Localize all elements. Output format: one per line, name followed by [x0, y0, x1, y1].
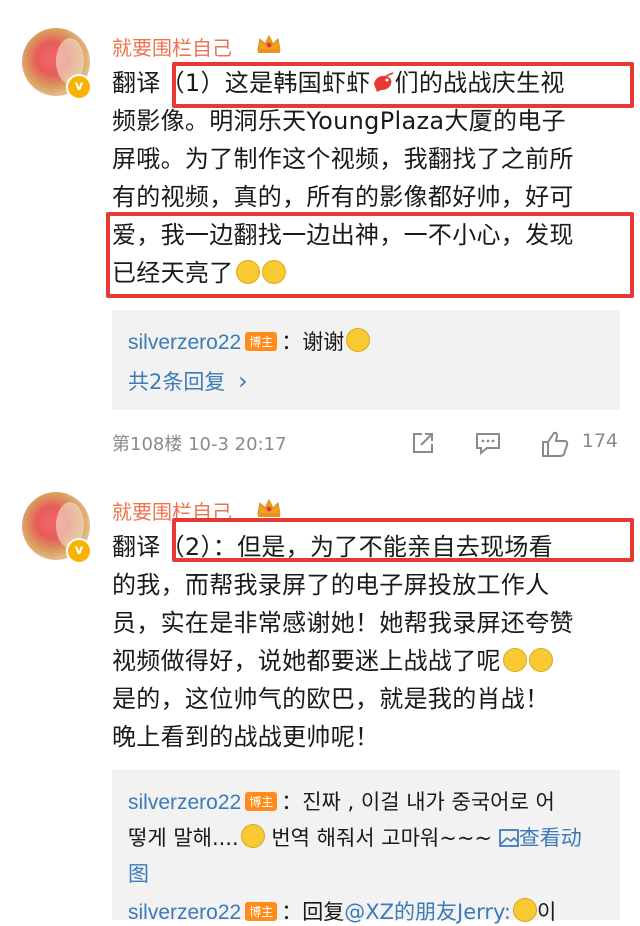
username[interactable]: 就要围栏自己	[112, 32, 232, 61]
reply-item[interactable]: silverzero22 博主 ：진짜 , 이걸 내가 중국어로 어	[128, 786, 555, 816]
crown-badge-icon	[257, 498, 281, 517]
reply-item-continued: 图	[128, 858, 149, 888]
image-icon	[498, 829, 519, 847]
host-tag: 博主	[245, 902, 278, 921]
view-image-link-cont[interactable]: 图	[128, 862, 149, 886]
highlight-box	[172, 62, 634, 108]
verified-badge-icon: v	[66, 74, 92, 100]
reply-item[interactable]: silverzero22 博主 ：回复@XZ的朋友Jerry: 이	[128, 896, 556, 926]
comment-footer: 第108楼 10-3 20:17 174	[112, 430, 622, 460]
reply-text: ：回复	[281, 900, 345, 924]
text-line: 视频做得好，说她都要迷上战战了呢	[112, 642, 622, 680]
smile-emoji-icon	[528, 648, 553, 672]
highlight-box	[172, 518, 634, 562]
reply-text: ：진짜 , 이걸 내가 중국어로 어	[281, 790, 555, 814]
smile-emoji-icon	[502, 648, 527, 672]
comment-post-1: v 就要围栏自己 翻译（1）这是韩国虾虾 们的战战庆生视 频影像。明洞乐天Youn…	[0, 0, 640, 470]
crying-emoji-icon	[240, 824, 265, 848]
reply-username[interactable]: silverzero22	[128, 901, 241, 924]
kiss-emoji-icon	[346, 328, 371, 352]
reply-item-continued: 떻게 말해.... 번역 해줘서 고마워~~~ 查看动	[128, 824, 582, 850]
reply-box: silverzero22 博主 ：谢谢 共2条回复 ›	[112, 310, 620, 410]
text-line: 的我，而帮我录屏了的电子屏投放工作人	[112, 571, 550, 599]
text-line: 晚上看到的战战更帅呢！	[112, 723, 380, 751]
view-image-link[interactable]: 查看动	[498, 826, 582, 850]
verified-badge-icon: v	[66, 538, 92, 564]
reply-username[interactable]: silverzero22	[128, 791, 241, 814]
comment-post-2: v 就要围栏自己 翻译（2）：但是，为了不能亲自去现场看 的我，而帮我录屏了的电…	[0, 470, 640, 924]
chevron-right-icon: ›	[238, 367, 248, 395]
mention-link[interactable]: @XZ的朋友Jerry	[344, 900, 504, 924]
text-line: 是的，这位帅气的欧巴，就是我的肖战！	[112, 685, 550, 713]
like-icon[interactable]	[540, 430, 570, 458]
like-count: 174	[581, 430, 618, 452]
reply-box: silverzero22 博主 ：진짜 , 이걸 내가 중국어로 어 떻게 말해..…	[112, 770, 620, 924]
text-line: 员，实在是非常感谢她！她帮我录屏还夸赞	[112, 609, 574, 637]
reply-text: ：谢谢	[281, 330, 345, 354]
comment-text: 翻译（2）：但是，为了不能亲自去现场看 的我，而帮我录屏了的电子屏投放工作人 员…	[112, 528, 622, 756]
floor-and-time: 第108楼 10-3 20:17	[112, 434, 287, 455]
text-line: 屏哦。为了制作这个视频，我翻找了之前所	[112, 145, 574, 173]
highlight-box	[106, 212, 634, 298]
crying-emoji-icon	[513, 898, 537, 922]
text-line: 有的视频，真的，所有的影像都好帅，好可	[112, 183, 574, 211]
reply-username[interactable]: silverzero22	[128, 331, 241, 354]
comment-icon[interactable]	[474, 430, 502, 456]
host-tag: 博主	[245, 332, 278, 351]
host-tag: 博主	[245, 792, 278, 811]
view-more-replies[interactable]: 共2条回复 ›	[128, 366, 248, 396]
crown-badge-icon	[257, 34, 281, 53]
reply-item[interactable]: silverzero22 博主 ：谢谢	[128, 326, 371, 356]
share-icon[interactable]	[410, 430, 436, 456]
